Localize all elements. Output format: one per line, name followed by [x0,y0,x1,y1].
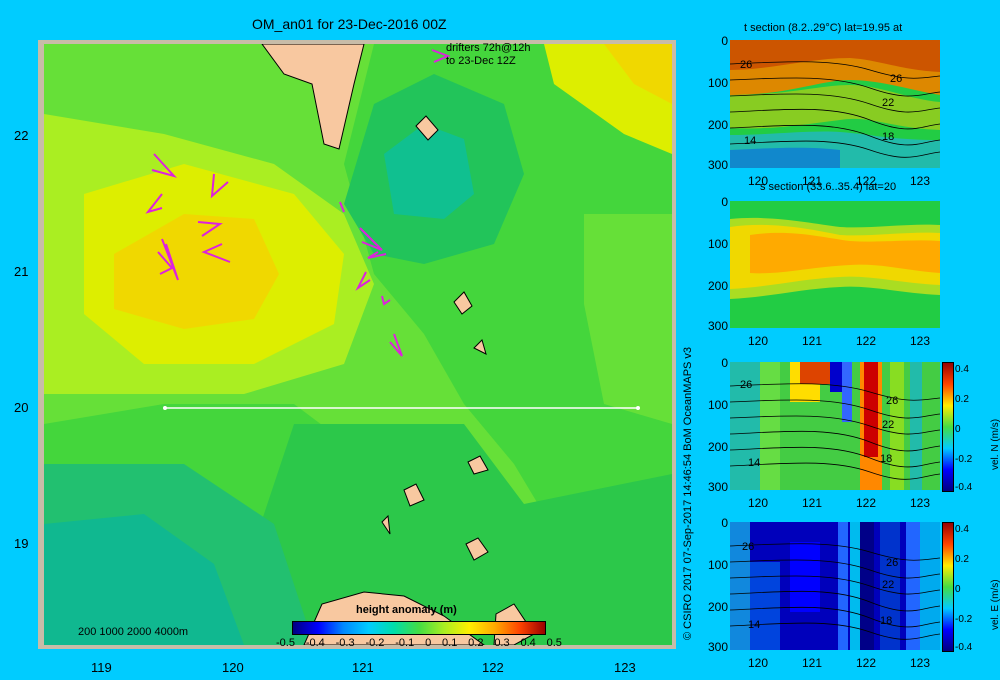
contour-label: 26 [740,379,752,391]
lat-tick: 22 [14,128,29,143]
velocity-north-section[interactable]: 26 26 22 18 14 [730,362,940,490]
contour-label: 26 [742,541,754,553]
lon-tick: 123 [614,660,636,675]
velocity-colorbar [942,362,954,492]
contour-label: 22 [882,579,894,591]
lon-tick: 120 [222,660,244,675]
contour-label: 22 [882,419,894,431]
contour-label: 22 [882,97,894,109]
drifters-label-time: to 23-Dec 12Z [446,55,516,67]
velocity-colorbar [942,522,954,652]
contour-label: 26 [886,557,898,569]
colorbar-title: height anomaly (m) [356,604,457,616]
velocity-colorbar-label: vel. N (m/s) [990,418,1000,470]
contour-label: 14 [744,135,756,147]
depth-axis: 0 100 200 300 [707,195,728,333]
map-title: OM_an01 for 23-Dec-2016 00Z [252,16,447,32]
sea-height-map[interactable] [44,44,672,645]
lat-tick: 19 [14,536,29,551]
contour-label: 14 [748,619,760,631]
contour-label: 26 [740,59,752,71]
depth-axis: 0 100 200 300 [707,356,728,494]
credit-text: © CSIRO 2017 07-Sep-2017 14:46:54 BoM Oc… [682,346,694,640]
lon-tick: 121 [352,660,374,675]
depth-legend: 200 1000 2000 4000m [78,626,189,638]
salinity-section[interactable] [730,201,940,328]
temperature-section[interactable]: 26 26 22 18 14 [730,40,940,168]
lat-tick: 20 [14,400,29,415]
drifters-label: drifters 72h@12h [446,42,531,54]
velocity-colorbar-label: vel. E (m/s) [990,579,1000,630]
depth-axis: 0 100 200 300 [707,516,728,654]
panel-title: s section (33.6..35.4) lat=20 [760,181,897,193]
lat-tick: 21 [14,264,29,279]
contour-label: 18 [882,131,894,143]
panel-title: t section (8.2..29°C) lat=19.95 at [744,22,903,34]
colorbar [292,621,546,635]
contour-label: 18 [880,453,892,465]
contour-label: 26 [890,73,902,85]
contour-label: 14 [748,457,760,469]
velocity-east-section[interactable]: 26 26 22 18 14 [730,522,940,650]
contour-label: 18 [880,615,892,627]
depth-axis: 0 100 200 300 [707,34,728,172]
lon-tick: 122 [482,660,504,675]
contour-label: 26 [886,395,898,407]
lon-tick: 119 [91,660,112,675]
colorbar-ticks: -0.5 -0.4 -0.3 -0.2 -0.1 0 0.1 0.2 0.3 0.4 0.5 [276,637,562,649]
